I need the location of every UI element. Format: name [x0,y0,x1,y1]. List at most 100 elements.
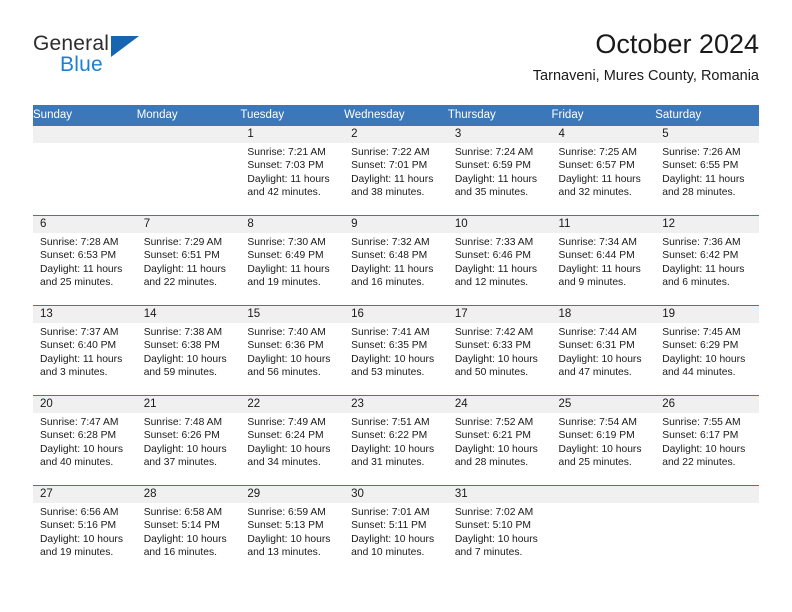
calendar-day-cell[interactable]: 6 Sunrise: 7:28 AM Sunset: 6:53 PM Daylight… [33,215,137,306]
day-cell-inner [551,486,656,576]
day-number: 29 [240,486,345,503]
daylight-text: Daylight: 11 hours [662,263,745,275]
calendar-day-cell[interactable]: 10 Sunrise: 7:33 AM Sunset: 6:46 PM Dayligh… [447,215,552,306]
calendar-day-cell[interactable]: 8 Sunrise: 7:30 AM Sunset: 6:49 PM Daylight… [240,215,345,306]
day-cell-details: Sunrise: 7:47 AM Sunset: 6:28 PM Daylight:… [33,413,137,469]
day-number: 16 [344,306,448,323]
daylight-text: and 16 minutes. [351,276,425,288]
calendar-day-cell[interactable]: 22 Sunrise: 7:49 AM Sunset: 6:24 PM Dayligh… [240,395,345,486]
sunset-text: Sunset: 6:36 PM [247,340,324,352]
daylight-text: Daylight: 10 hours [351,533,435,545]
sunset-text: Sunset: 6:48 PM [351,250,428,262]
calendar-day-cell[interactable]: 19 Sunrise: 7:45 AM Sunset: 6:29 PM Dayligh… [655,305,759,396]
calendar-day-cell[interactable]: 12 Sunrise: 7:36 AM Sunset: 6:42 PM Dayligh… [655,215,759,306]
daylight-text: Daylight: 11 hours [40,263,123,275]
daylight-text: Daylight: 11 hours [40,353,123,365]
calendar-day-cell[interactable]: 2 Sunrise: 7:22 AM Sunset: 7:01 PM Daylight… [344,125,448,216]
sunset-text: Sunset: 6:29 PM [662,340,739,352]
calendar-day-cell[interactable]: 29 Sunrise: 6:59 AM Sunset: 5:13 PM Dayligh… [240,485,345,576]
page-subtitle: Tarnaveni, Mures County, Romania [532,68,759,84]
sunset-text: Sunset: 6:53 PM [40,250,117,262]
calendar-day-cell[interactable]: 30 Sunrise: 7:01 AM Sunset: 5:11 PM Dayligh… [344,485,448,576]
day-number: 10 [447,216,552,233]
day-number: 20 [33,396,137,413]
calendar-day-cell[interactable]: 3 Sunrise: 7:24 AM Sunset: 6:59 PM Daylight… [447,125,552,216]
daylight-text: Daylight: 10 hours [143,533,227,545]
sunrise-text: Sunrise: 7:24 AM [454,147,534,158]
sunrise-text: Sunrise: 7:34 AM [558,237,637,248]
calendar-day-cell[interactable]: 13 Sunrise: 7:37 AM Sunset: 6:40 PM Dayligh… [33,305,137,396]
calendar-page: General Blue October 2024 Tarnaveni, Mur… [0,0,792,612]
sunrise-text: Sunrise: 7:51 AM [351,417,430,428]
calendar-day-cell[interactable]: 24 Sunrise: 7:52 AM Sunset: 6:21 PM Dayligh… [447,395,552,486]
calendar-day-cell[interactable]: 31 Sunrise: 7:02 AM Sunset: 5:10 PM Dayligh… [447,485,552,576]
weekday-header-tuesday: Tuesday [240,105,345,126]
calendar-day-cell-empty [655,485,759,576]
calendar-day-cell[interactable]: 4 Sunrise: 7:25 AM Sunset: 6:57 PM Daylight… [551,125,656,216]
day-cell-inner: 25 Sunrise: 7:54 AM Sunset: 6:19 PM Dayligh… [551,396,656,485]
day-cell-inner: 15 Sunrise: 7:40 AM Sunset: 6:36 PM Dayligh… [240,306,345,395]
day-number: 21 [136,396,241,413]
daylight-text: Daylight: 10 hours [40,443,123,455]
day-cell-details: Sunrise: 6:58 AM Sunset: 5:14 PM Daylight:… [137,503,241,559]
day-number: 1 [240,126,345,143]
daylight-text: Daylight: 11 hours [351,173,434,185]
sunset-text: Sunset: 6:55 PM [662,160,739,172]
brand-logo: General Blue [33,32,233,88]
day-cell-inner: 11 Sunrise: 7:34 AM Sunset: 6:44 PM Dayligh… [551,216,656,305]
sunrise-text: Sunrise: 7:48 AM [143,417,223,428]
day-cell-inner: 13 Sunrise: 7:37 AM Sunset: 6:40 PM Dayligh… [33,306,137,395]
daylight-text: and 31 minutes. [351,456,425,468]
daylight-text: and 56 minutes. [247,366,321,378]
daylight-text: Daylight: 11 hours [558,173,641,185]
calendar-day-cell[interactable]: 11 Sunrise: 7:34 AM Sunset: 6:44 PM Dayligh… [551,215,656,306]
calendar-day-cell[interactable]: 23 Sunrise: 7:51 AM Sunset: 6:22 PM Dayligh… [344,395,448,486]
calendar-day-cell[interactable]: 18 Sunrise: 7:44 AM Sunset: 6:31 PM Dayligh… [551,305,656,396]
day-cell-inner: 8 Sunrise: 7:30 AM Sunset: 6:49 PM Daylight… [240,216,345,305]
sunrise-text: Sunrise: 7:54 AM [558,417,637,428]
day-cell-inner: 22 Sunrise: 7:49 AM Sunset: 6:24 PM Dayligh… [240,396,345,485]
sunset-text: Sunset: 6:26 PM [143,430,220,442]
calendar-day-cell[interactable]: 20 Sunrise: 7:47 AM Sunset: 6:28 PM Dayligh… [33,395,137,486]
calendar-day-cell[interactable]: 14 Sunrise: 7:38 AM Sunset: 6:38 PM Dayligh… [136,305,241,396]
day-number: 8 [240,216,345,233]
sunrise-text: Sunrise: 6:56 AM [40,507,119,518]
daylight-text: and 50 minutes. [454,366,529,378]
calendar-day-cell[interactable]: 15 Sunrise: 7:40 AM Sunset: 6:36 PM Dayligh… [240,305,345,396]
day-cell-details: Sunrise: 7:55 AM Sunset: 6:17 PM Daylight:… [655,413,759,469]
day-cell-details: Sunrise: 7:54 AM Sunset: 6:19 PM Daylight:… [552,413,656,469]
sunrise-text: Sunrise: 7:47 AM [40,417,119,428]
sunset-text: Sunset: 6:24 PM [247,430,324,442]
daylight-text: and 28 minutes. [662,186,736,198]
daylight-text: and 28 minutes. [454,456,529,468]
daylight-text: Daylight: 10 hours [454,533,538,545]
calendar-day-cell[interactable]: 9 Sunrise: 7:32 AM Sunset: 6:48 PM Daylight… [344,215,448,306]
logo-text-blue: Blue [60,53,103,76]
calendar-day-cell[interactable]: 25 Sunrise: 7:54 AM Sunset: 6:19 PM Dayligh… [551,395,656,486]
calendar-day-cell[interactable]: 5 Sunrise: 7:26 AM Sunset: 6:55 PM Daylight… [655,125,759,216]
calendar-day-cell[interactable]: 17 Sunrise: 7:42 AM Sunset: 6:33 PM Dayligh… [447,305,552,396]
day-cell-details: Sunrise: 7:40 AM Sunset: 6:36 PM Daylight:… [240,323,344,379]
calendar-day-cell[interactable]: 26 Sunrise: 7:55 AM Sunset: 6:17 PM Dayligh… [655,395,759,486]
calendar-day-cell[interactable]: 7 Sunrise: 7:29 AM Sunset: 6:51 PM Daylight… [136,215,241,306]
weekday-header-sunday: Sunday [33,105,137,126]
day-cell-details: Sunrise: 7:01 AM Sunset: 5:11 PM Daylight:… [344,503,448,559]
calendar-day-cell[interactable]: 16 Sunrise: 7:41 AM Sunset: 6:35 PM Dayligh… [344,305,448,396]
sunrise-text: Sunrise: 7:21 AM [247,147,326,158]
weekday-header-friday: Friday [551,105,656,126]
sunrise-text: Sunrise: 7:29 AM [143,237,223,248]
sunset-text: Sunset: 6:35 PM [351,340,428,352]
daylight-text: and 22 minutes. [662,456,736,468]
day-number: 5 [655,126,759,143]
day-cell-details: Sunrise: 6:56 AM Sunset: 5:16 PM Daylight:… [33,503,137,559]
calendar-day-cell[interactable]: 27 Sunrise: 6:56 AM Sunset: 5:16 PM Dayligh… [33,485,137,576]
calendar-day-cell[interactable]: 21 Sunrise: 7:48 AM Sunset: 6:26 PM Dayligh… [136,395,241,486]
day-number [655,486,759,503]
day-number: 31 [447,486,552,503]
calendar-day-cell[interactable]: 28 Sunrise: 6:58 AM Sunset: 5:14 PM Dayligh… [136,485,241,576]
day-cell-inner: 2 Sunrise: 7:22 AM Sunset: 7:01 PM Daylight… [344,126,448,215]
day-cell-inner: 27 Sunrise: 6:56 AM Sunset: 5:16 PM Dayligh… [33,486,137,576]
calendar-day-cell[interactable]: 1 Sunrise: 7:21 AM Sunset: 7:03 PM Daylight… [240,125,345,216]
daylight-text: Daylight: 11 hours [454,263,538,275]
day-cell-details: Sunrise: 7:49 AM Sunset: 6:24 PM Daylight:… [240,413,344,469]
